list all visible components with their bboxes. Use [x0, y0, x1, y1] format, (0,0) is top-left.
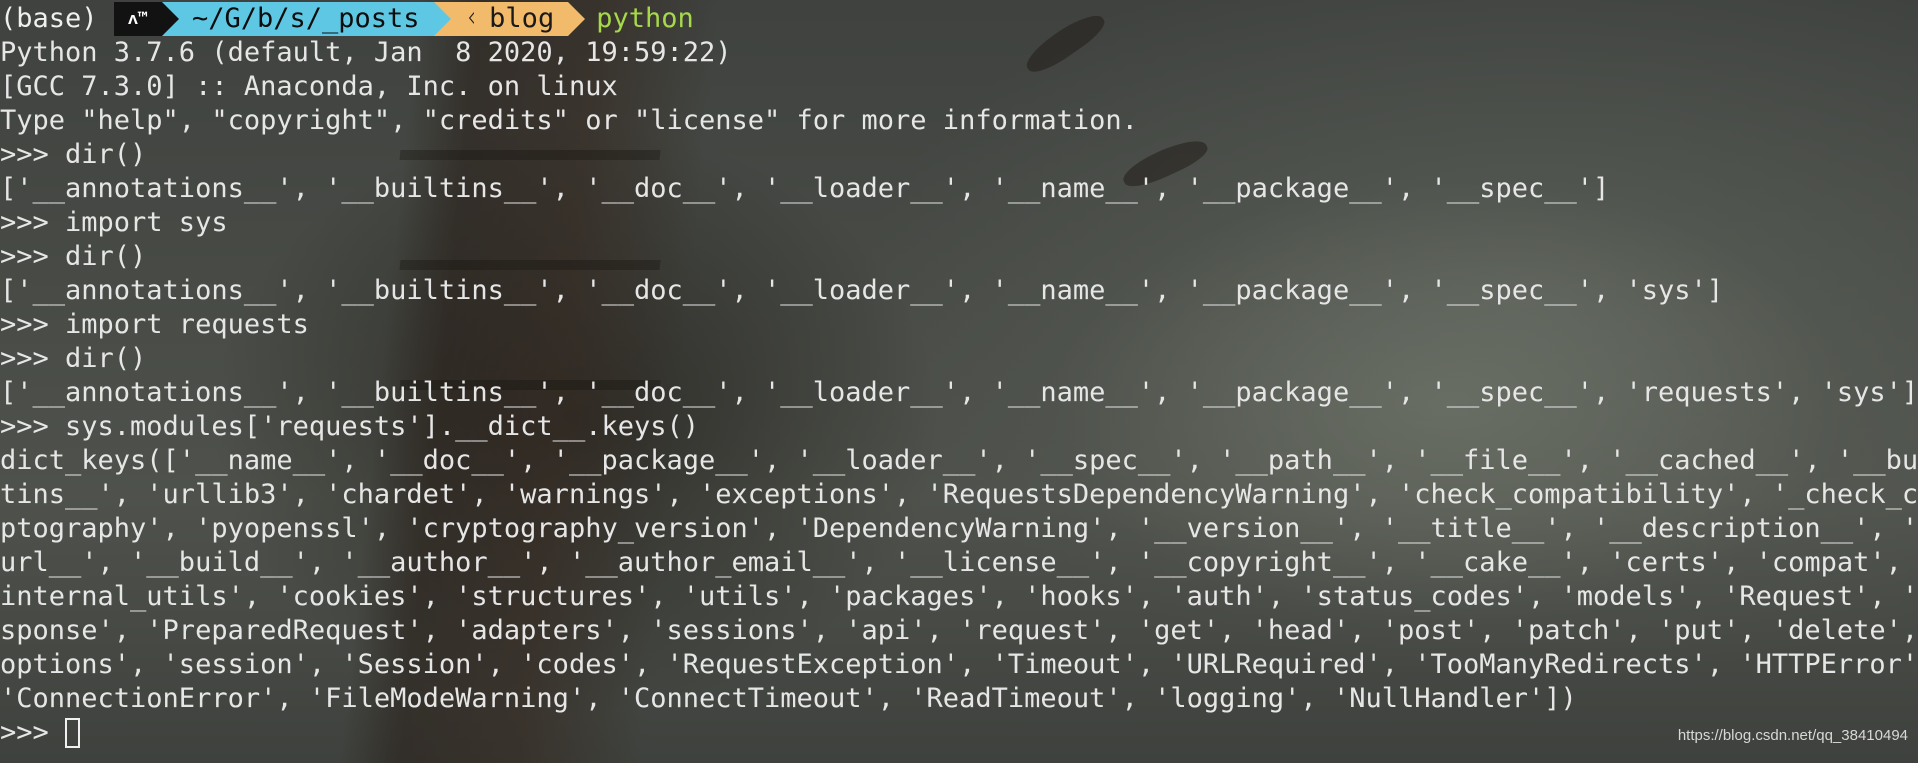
repl-input-line: >>> import requests — [0, 309, 309, 340]
git-branch-name: blog — [489, 3, 555, 34]
conda-env-label: (base) — [0, 3, 98, 34]
output-line: 'ConnectionError', 'FileModeWarning', 'C… — [0, 683, 1577, 714]
typed-command: python — [596, 3, 694, 34]
watermark-url: https://blog.csdn.net/qq_38410494 — [1677, 727, 1908, 744]
terminal-content: (base) ᴧ™ ~/G/b/s/_posts ᚲ blog python P… — [0, 2, 1918, 750]
text-cursor[interactable] — [65, 718, 81, 748]
directory-path: ~/G/b/s/_posts — [191, 3, 420, 34]
output-line: ptography', 'pyopenssl', 'cryptography_v… — [0, 513, 1918, 544]
repl-input-line: >>> import sys — [0, 207, 228, 238]
user-segment: ᴧ™ — [113, 2, 180, 36]
shell-prompt: (base) ᴧ™ ~/G/b/s/_posts ᚲ blog python — [0, 2, 1918, 36]
git-segment: ᚲ blog — [433, 2, 585, 36]
output-line: Type "help", "copyright", "credits" or "… — [0, 105, 1138, 136]
directory-segment: ~/G/b/s/_posts — [161, 2, 451, 36]
output-line: [GCC 7.3.0] :: Anaconda, Inc. on linux — [0, 71, 618, 102]
output-line: tins__', 'urllib3', 'chardet', 'warnings… — [0, 479, 1918, 510]
repl-input-line: >>> dir() — [0, 343, 147, 374]
user-segment-label: ᴧ™ — [127, 9, 148, 29]
output-line: options', 'session', 'Session', 'codes',… — [0, 649, 1918, 680]
output-line: sponse', 'PreparedRequest', 'adapters', … — [0, 615, 1918, 646]
output-line: url__', '__build__', '__author__', '__au… — [0, 547, 1918, 578]
output-line: internal_utils', 'cookies', 'structures'… — [0, 581, 1918, 612]
terminal-window[interactable]: (base) ᴧ™ ~/G/b/s/_posts ᚲ blog python P… — [0, 0, 1918, 763]
output-line: ['__annotations__', '__builtins__', '__d… — [0, 275, 1724, 306]
repl-prompt: >>> — [0, 717, 66, 748]
output-line: Python 3.7.6 (default, Jan 8 2020, 19:59… — [0, 37, 732, 68]
git-branch-icon: ᚲ — [463, 4, 480, 34]
output-line: ['__annotations__', '__builtins__', '__d… — [0, 377, 1918, 408]
repl-active-line[interactable]: >>> — [0, 716, 1918, 750]
repl-input-line: >>> dir() — [0, 139, 147, 170]
repl-input-line: >>> dir() — [0, 241, 147, 272]
repl-input-line: >>> sys.modules['requests'].__dict__.key… — [0, 411, 699, 442]
output-line: dict_keys(['__name__', '__doc__', '__pac… — [0, 445, 1918, 476]
output-line: ['__annotations__', '__builtins__', '__d… — [0, 173, 1610, 204]
